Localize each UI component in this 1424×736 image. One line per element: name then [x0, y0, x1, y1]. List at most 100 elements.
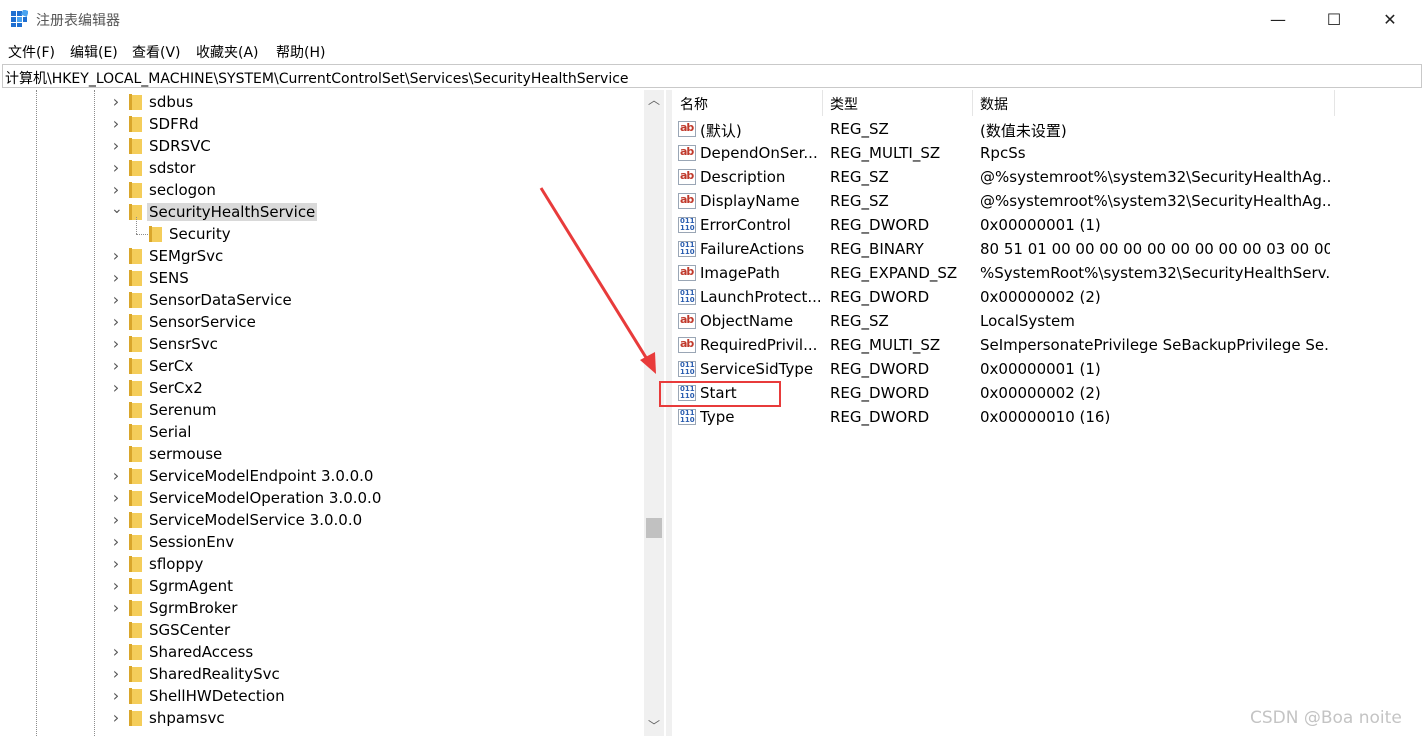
value-row[interactable]: 011 110 FailureActions REG_BINARY 80 51 01 … [672, 237, 1420, 261]
menu-bar: 文件(F) 编辑(E) 查看(V) 收藏夹(A) 帮助(H) [0, 38, 1424, 62]
chevron-right-icon[interactable]: › [111, 378, 121, 397]
tree-item[interactable]: Security [0, 217, 640, 245]
tree-item[interactable]: › SerCx2 [0, 377, 640, 399]
value-row[interactable]: ab DependOnSer... REG_MULTI_SZ RpcSs [672, 141, 1420, 165]
column-header-name[interactable]: 名称 [680, 94, 708, 114]
column-divider[interactable] [1334, 90, 1335, 116]
tree-item[interactable]: › SharedRealitySvc [0, 663, 640, 685]
chevron-right-icon[interactable]: › [111, 598, 121, 617]
chevron-right-icon[interactable]: › [111, 334, 121, 353]
scroll-down-icon[interactable]: ﹀ [644, 716, 664, 736]
tree-item[interactable]: › SensorDataService [0, 289, 640, 311]
chevron-right-icon[interactable]: › [111, 158, 121, 177]
value-row[interactable]: 011 110 ServiceSidType REG_DWORD 0x00000001… [672, 357, 1420, 381]
tree-item[interactable]: › ServiceModelOperation 3.0.0.0 [0, 487, 640, 509]
tree-item[interactable]: › ServiceModelEndpoint 3.0.0.0 [0, 465, 640, 487]
tree-item-label: SharedAccess [149, 643, 254, 661]
tree-item[interactable]: SGSCenter [0, 619, 640, 641]
chevron-right-icon[interactable]: › [111, 532, 121, 551]
menu-file[interactable]: 文件(F) [8, 42, 55, 62]
tree-item[interactable]: ⌄ SecurityHealthService [0, 201, 640, 223]
minimize-button[interactable]: — [1250, 0, 1306, 38]
chevron-right-icon[interactable]: › [111, 114, 121, 133]
scroll-thumb[interactable] [646, 518, 662, 538]
chevron-right-icon[interactable]: › [111, 708, 121, 727]
tree-item[interactable]: Serenum [0, 399, 640, 421]
value-row[interactable]: ab ImagePath REG_EXPAND_SZ %SystemRoot%\sys… [672, 261, 1420, 285]
folder-icon [129, 468, 142, 484]
chevron-right-icon[interactable]: › [111, 554, 121, 573]
tree-item[interactable]: › ShellHWDetection [0, 685, 640, 707]
tree-item-label: SerCx2 [149, 379, 203, 397]
tree-item[interactable]: › SensrSvc [0, 333, 640, 355]
values-list[interactable]: 名称 类型 数据 ab (默认) REG_SZ (数值未设置) ab DependOnSe… [672, 90, 1420, 736]
value-row[interactable]: 011 110 ErrorControl REG_DWORD 0x00000001 (… [672, 213, 1420, 237]
chevron-right-icon[interactable]: › [111, 180, 121, 199]
chevron-right-icon[interactable]: › [111, 686, 121, 705]
tree-item-label: SerCx [149, 357, 194, 375]
value-row[interactable]: 011 110 Start REG_DWORD 0x00000002 (2) [672, 381, 1420, 405]
chevron-right-icon[interactable]: › [111, 510, 121, 529]
tree-item[interactable]: › SessionEnv [0, 531, 640, 553]
tree-item[interactable]: › seclogon [0, 179, 640, 201]
column-divider[interactable] [822, 90, 823, 116]
value-type: REG_MULTI_SZ [830, 336, 941, 354]
tree-item[interactable]: › SDRSVC [0, 135, 640, 157]
tree-item[interactable]: › ServiceModelService 3.0.0.0 [0, 509, 640, 531]
tree-item[interactable]: › SharedAccess [0, 641, 640, 663]
tree-item[interactable]: › SEMgrSvc [0, 245, 640, 267]
value-row[interactable]: ab (默认) REG_SZ (数值未设置) [672, 117, 1420, 141]
value-row[interactable]: 011 110 Type REG_DWORD 0x00000010 (16) [672, 405, 1420, 429]
value-row[interactable]: ab RequiredPrivil... REG_MULTI_SZ SeImperso… [672, 333, 1420, 357]
menu-help[interactable]: 帮助(H) [276, 42, 325, 62]
tree-item[interactable]: › SgrmBroker [0, 597, 640, 619]
scroll-up-icon[interactable]: ︿ [644, 90, 664, 110]
value-row[interactable]: ab Description REG_SZ @%systemroot%\system3… [672, 165, 1420, 189]
tree-item[interactable]: › SerCx [0, 355, 640, 377]
column-header-data[interactable]: 数据 [980, 94, 1008, 114]
chevron-right-icon[interactable]: › [111, 136, 121, 155]
tree-item[interactable]: Serial [0, 421, 640, 443]
value-row[interactable]: ab ObjectName REG_SZ LocalSystem [672, 309, 1420, 333]
value-row[interactable]: ab DisplayName REG_SZ @%systemroot%\system3… [672, 189, 1420, 213]
chevron-right-icon[interactable]: › [111, 642, 121, 661]
key-tree-pane[interactable]: › sdbus › SDFRd › SDRSVC › sdstor › seclogon ⌄ Secu… [0, 90, 667, 736]
close-button[interactable]: ✕ [1362, 0, 1418, 38]
tree-item[interactable]: › SgrmAgent [0, 575, 640, 597]
tree-item-label: SharedRealitySvc [149, 665, 280, 683]
column-header-type[interactable]: 类型 [830, 94, 858, 114]
menu-edit[interactable]: 编辑(E) [70, 42, 118, 62]
chevron-right-icon[interactable]: › [111, 466, 121, 485]
menu-view[interactable]: 查看(V) [132, 42, 181, 62]
tree-item[interactable]: › shpamsvc [0, 707, 640, 729]
chevron-right-icon[interactable]: › [111, 488, 121, 507]
value-data: RpcSs [980, 144, 1026, 162]
tree-scrollbar[interactable]: ︿ ﹀ [644, 90, 664, 736]
column-divider[interactable] [972, 90, 973, 116]
chevron-right-icon[interactable]: › [111, 312, 121, 331]
tree-item[interactable]: › sfloppy [0, 553, 640, 575]
chevron-down-icon[interactable]: ⌄ [111, 201, 123, 217]
tree-item[interactable]: › sdbus [0, 91, 640, 113]
address-path: 计算机\HKEY_LOCAL_MACHINE\SYSTEM\CurrentCon… [5, 71, 629, 87]
chevron-right-icon[interactable]: › [111, 92, 121, 111]
tree-item[interactable]: › sdstor [0, 157, 640, 179]
chevron-right-icon[interactable]: › [111, 268, 121, 287]
maximize-button[interactable]: ☐ [1306, 0, 1362, 38]
value-data: 0x00000002 (2) [980, 288, 1101, 306]
title-bar: 注册表编辑器 — ☐ ✕ [0, 0, 1424, 38]
chevron-right-icon[interactable]: › [111, 290, 121, 309]
tree-item[interactable]: › SensorService [0, 311, 640, 333]
value-type: REG_SZ [830, 312, 889, 330]
chevron-right-icon[interactable]: › [111, 664, 121, 683]
menu-favorites[interactable]: 收藏夹(A) [196, 42, 259, 62]
chevron-right-icon[interactable]: › [111, 576, 121, 595]
value-row[interactable]: 011 110 LaunchProtect... REG_DWORD 0x000000… [672, 285, 1420, 309]
address-bar[interactable]: 计算机\HKEY_LOCAL_MACHINE\SYSTEM\CurrentCon… [2, 64, 1422, 88]
tree-item[interactable]: sermouse [0, 443, 640, 465]
tree-item[interactable]: › SENS [0, 267, 640, 289]
chevron-right-icon[interactable]: › [111, 246, 121, 265]
annotation-highlight-box [659, 381, 781, 407]
tree-item[interactable]: › SDFRd [0, 113, 640, 135]
chevron-right-icon[interactable]: › [111, 356, 121, 375]
